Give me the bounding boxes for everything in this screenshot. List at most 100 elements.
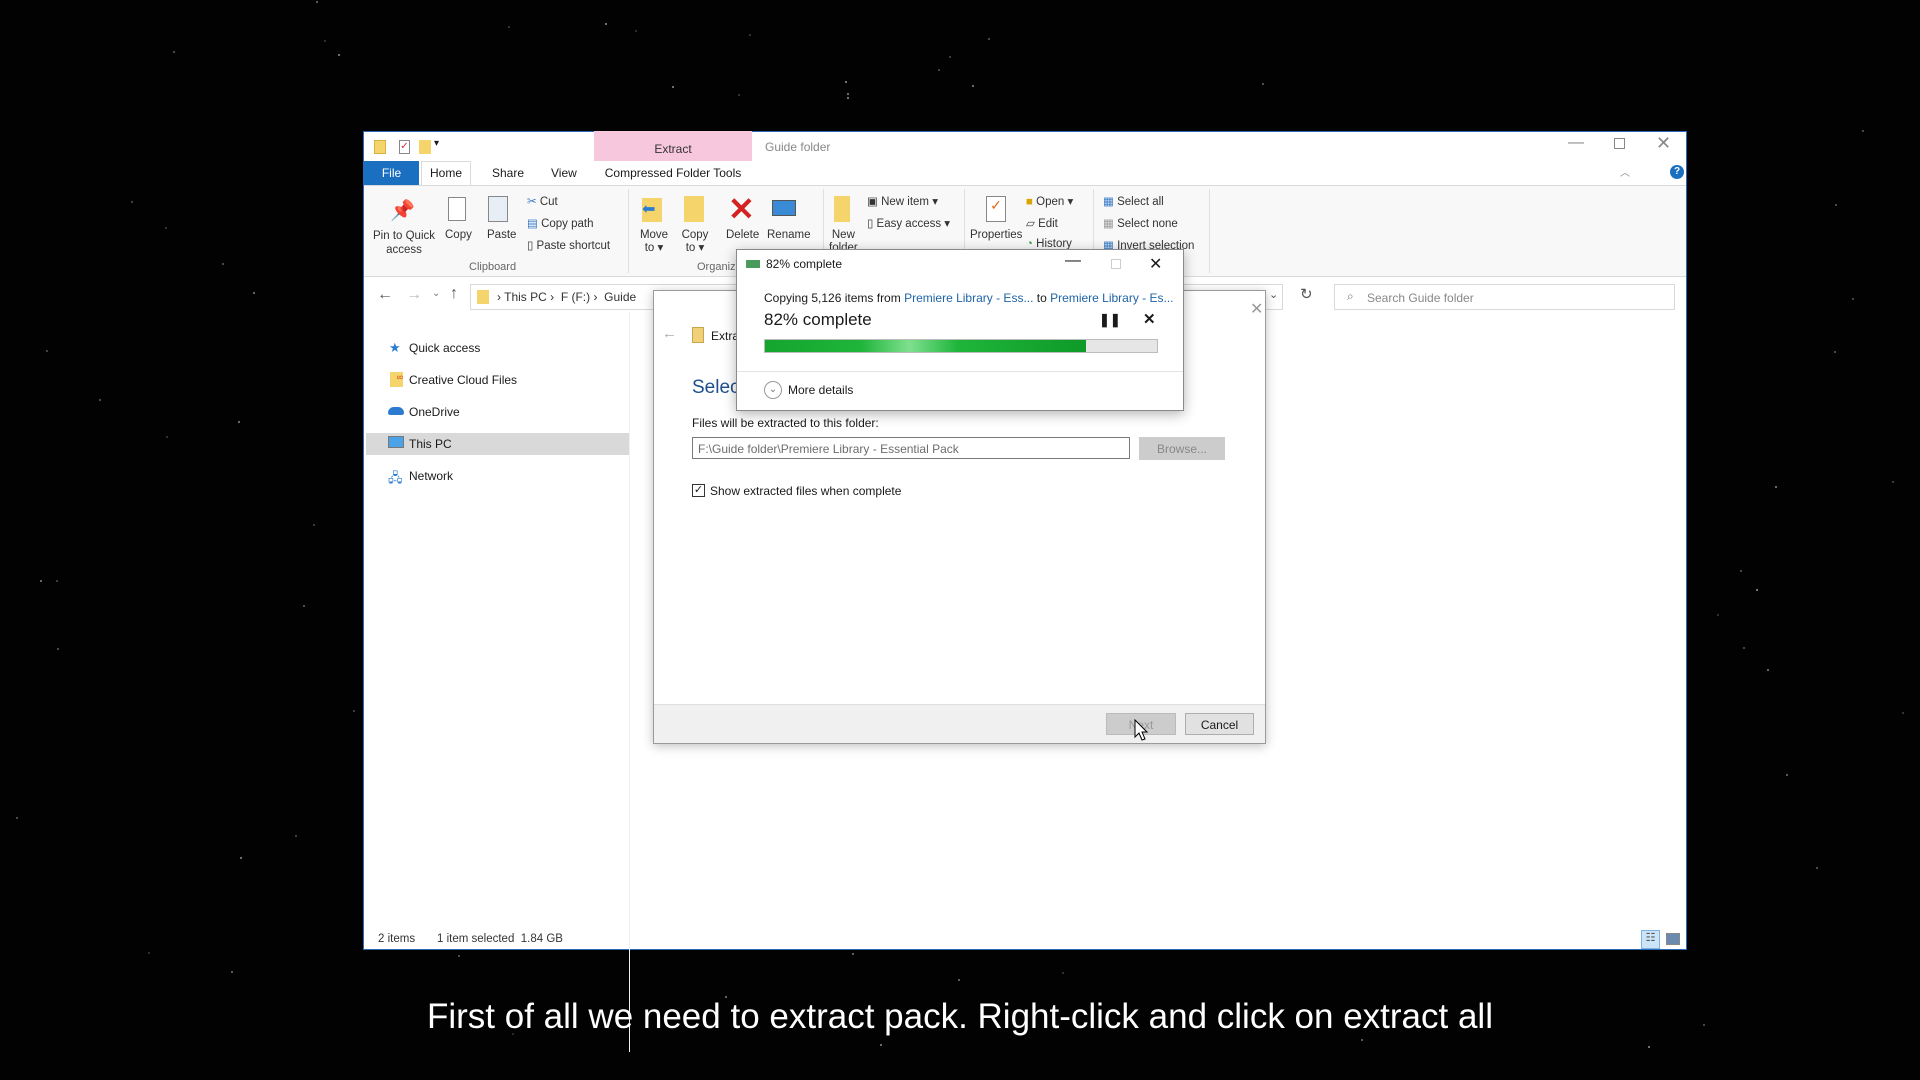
address-dropdown-icon[interactable]: ⌄ bbox=[1269, 288, 1278, 301]
edit-button[interactable]: ▱ Edit bbox=[1026, 216, 1058, 230]
show-files-checkbox[interactable]: ✓ bbox=[692, 484, 705, 497]
onedrive-icon bbox=[388, 407, 404, 415]
paste-shortcut-button[interactable]: ▯ Paste shortcut bbox=[527, 238, 610, 252]
destination-link[interactable]: Premiere Library - Es... bbox=[1050, 291, 1173, 305]
move-to-button[interactable]: Move to ▾ bbox=[639, 229, 669, 255]
star bbox=[748, 34, 751, 37]
star bbox=[316, 0, 318, 3]
back-button[interactable]: ← bbox=[377, 286, 393, 304]
star bbox=[987, 37, 990, 40]
refresh-button[interactable]: ↻ bbox=[1300, 285, 1313, 303]
customize-qa-icon[interactable]: ▾ bbox=[434, 138, 439, 149]
up-button[interactable]: ↑ bbox=[450, 285, 458, 303]
star bbox=[737, 94, 740, 97]
rename-icon bbox=[772, 200, 796, 216]
computer-icon bbox=[388, 436, 404, 448]
star bbox=[1786, 774, 1789, 777]
crumb-guide-folder[interactable]: Guide bbox=[604, 290, 636, 304]
large-icons-view-button[interactable] bbox=[1666, 933, 1680, 945]
nav-quick-access[interactable]: Quick access bbox=[409, 341, 480, 355]
nav-this-pc[interactable]: This PC bbox=[409, 437, 452, 451]
cancel-copy-button[interactable]: ✕ bbox=[1143, 310, 1156, 328]
forward-button[interactable]: → bbox=[406, 286, 422, 304]
new-item-button[interactable]: ▣ New item ▾ bbox=[867, 194, 938, 208]
organize-group-label: Organiz bbox=[697, 261, 736, 273]
copy-close-button[interactable]: ✕ bbox=[1149, 254, 1162, 274]
nav-network[interactable]: Network bbox=[409, 469, 453, 483]
copy-to-icon bbox=[684, 196, 704, 222]
paste-icon bbox=[488, 196, 508, 222]
star bbox=[1742, 647, 1745, 650]
star bbox=[604, 23, 607, 26]
star bbox=[852, 953, 855, 956]
group-divider bbox=[1209, 189, 1210, 273]
maximize-button[interactable] bbox=[1614, 138, 1625, 149]
tab-share[interactable]: Share bbox=[492, 166, 524, 180]
star bbox=[458, 954, 461, 957]
minimize-button[interactable]: — bbox=[1568, 134, 1584, 152]
copy-path-button[interactable]: ▤ Copy path bbox=[527, 216, 594, 230]
status-size: 1.84 GB bbox=[520, 933, 563, 945]
folder-icon bbox=[477, 290, 489, 304]
tab-view[interactable]: View bbox=[551, 166, 577, 180]
copy-to-button[interactable]: Copy to ▾ bbox=[680, 229, 710, 255]
nav-onedrive[interactable]: OneDrive bbox=[409, 405, 460, 419]
crumb-this-pc[interactable]: This PC bbox=[504, 290, 547, 304]
star bbox=[148, 951, 151, 954]
star bbox=[1775, 485, 1778, 488]
star bbox=[16, 816, 19, 819]
destination-label: Files will be extracted to this folder: bbox=[692, 416, 879, 430]
source-link[interactable]: Premiere Library - Ess... bbox=[904, 291, 1033, 305]
collapse-ribbon-icon[interactable]: ︿ bbox=[1620, 164, 1630, 179]
copy-path-label: Copy path bbox=[541, 218, 594, 230]
search-icon: ⌕ bbox=[1347, 289, 1354, 303]
rename-button[interactable]: Rename bbox=[767, 229, 810, 241]
show-files-label: Show extracted files when complete bbox=[710, 484, 902, 498]
close-button[interactable]: ✕ bbox=[1656, 133, 1671, 154]
pause-button[interactable]: ❚❚ bbox=[1099, 312, 1121, 328]
select-all-button[interactable]: ▦ Select all bbox=[1103, 194, 1164, 208]
star bbox=[1816, 866, 1819, 869]
mouse-cursor-icon bbox=[1134, 719, 1149, 741]
pin-to-quick-access-button[interactable]: Pin to Quick access bbox=[372, 229, 436, 257]
clipboard-group-label: Clipboard bbox=[469, 261, 517, 273]
easy-access-button[interactable]: ▯ Easy access ▾ bbox=[867, 216, 950, 230]
open-icon: ■ bbox=[1026, 196, 1033, 208]
select-none-button[interactable]: ▦ Select none bbox=[1103, 216, 1178, 230]
status-selected: 1 item selected bbox=[437, 933, 515, 945]
recent-locations-button[interactable]: ⌄ bbox=[432, 288, 440, 299]
tab-home[interactable]: Home bbox=[421, 161, 471, 186]
properties-qa-icon[interactable]: ✓ bbox=[399, 140, 410, 154]
window-title: Guide folder bbox=[765, 140, 831, 154]
star bbox=[165, 227, 168, 230]
browse-button[interactable]: Browse... bbox=[1139, 437, 1225, 460]
copy-dialog-title: 82% complete bbox=[766, 257, 843, 271]
delete-button[interactable]: Delete bbox=[726, 229, 759, 241]
chevron-down-icon[interactable]: ⌄ bbox=[764, 381, 782, 399]
help-icon[interactable]: ? bbox=[1670, 165, 1684, 179]
tab-file[interactable]: File bbox=[364, 161, 419, 185]
properties-button[interactable]: Properties bbox=[970, 229, 1022, 241]
copy-minimize-button[interactable]: — bbox=[1065, 252, 1081, 270]
destination-input[interactable]: F:\Guide folder\Premiere Library - Essen… bbox=[692, 437, 1130, 459]
tab-compressed-folder-tools[interactable]: Compressed Folder Tools bbox=[594, 161, 752, 185]
cut-button[interactable]: ✂ Cut bbox=[527, 194, 558, 208]
pin-label-2: access bbox=[386, 244, 422, 256]
new-folder-qa-icon[interactable] bbox=[419, 140, 431, 154]
details-view-button[interactable]: ☷ bbox=[1641, 930, 1660, 949]
star bbox=[672, 86, 675, 88]
extract-close-button[interactable]: ✕ bbox=[1250, 299, 1263, 319]
paste-button[interactable]: Paste bbox=[487, 229, 516, 241]
star bbox=[1648, 1045, 1651, 1048]
search-box[interactable]: ⌕ Search Guide folder bbox=[1334, 284, 1675, 310]
nav-creative-cloud-files[interactable]: Creative Cloud Files bbox=[409, 373, 517, 387]
open-button[interactable]: ■ Open ▾ bbox=[1026, 194, 1073, 208]
status-selection: 1 item selected 1.84 GB bbox=[437, 933, 563, 945]
star bbox=[55, 579, 58, 582]
new-item-icon: ▣ bbox=[867, 196, 878, 208]
crumb-drive[interactable]: F (F:) bbox=[561, 290, 590, 304]
extract-back-button[interactable]: ← bbox=[662, 325, 677, 342]
copy-button[interactable]: Copy bbox=[445, 229, 472, 241]
more-details-button[interactable]: More details bbox=[788, 383, 853, 397]
cancel-button[interactable]: Cancel bbox=[1185, 713, 1254, 735]
